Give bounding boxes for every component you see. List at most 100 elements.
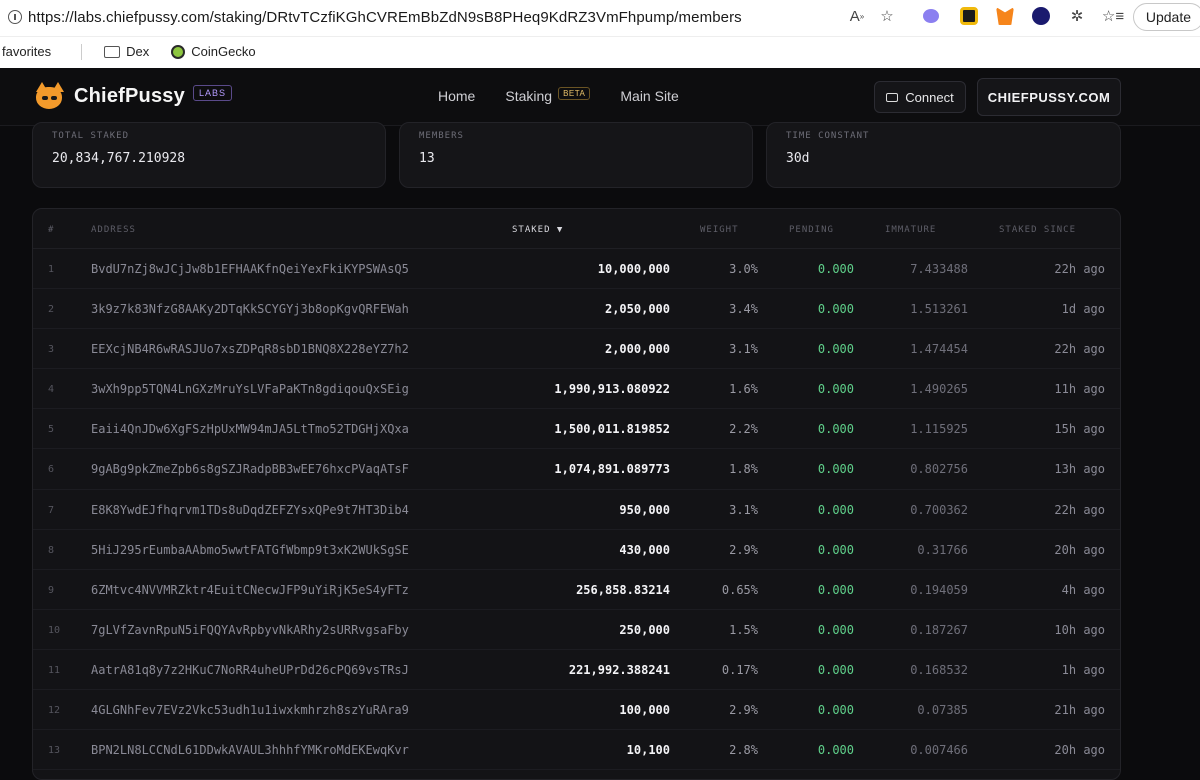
- favorite-dex[interactable]: Dex: [104, 44, 149, 59]
- members-page: TOTAL STAKED 20,834,767.210928 MEMBERS 1…: [0, 122, 1200, 780]
- table-row[interactable]: 7 E8K8YwdEJfhqrvm1TDs8uDqdZEFZYsxQPe9t7HT…: [33, 490, 1120, 530]
- row-index: 5: [48, 424, 55, 436]
- member-address[interactable]: EEXcjNB4R6wRASJUo7xsZDPqR8sbD1BNQ8X228eY…: [91, 342, 409, 356]
- staked-since: 1d ago: [1061, 302, 1105, 317]
- staked-amount: 221,992.388241: [568, 662, 670, 677]
- pending-value: 0.000: [817, 382, 854, 397]
- column-weight[interactable]: WEIGHT: [700, 225, 739, 235]
- table-row[interactable]: 13 BPN2LN8LCCNdL61DDwkAVAUL3hhhfYMKroMdEK…: [33, 730, 1120, 771]
- connect-wallet-button[interactable]: Connect: [874, 81, 966, 113]
- column-address[interactable]: ADDRESS: [91, 225, 136, 235]
- nav-home[interactable]: Home: [438, 88, 475, 104]
- column-staked-since[interactable]: STAKED SINCE: [999, 225, 1076, 235]
- coingecko-icon: [171, 44, 186, 59]
- weight-value: 2.9%: [729, 542, 758, 557]
- immature-value: 0.31766: [917, 542, 968, 557]
- member-address[interactable]: Eaii4QnJDw6XgFSzHpUxMW94mJA5LtTmo52TDGHj…: [91, 422, 409, 436]
- table-row[interactable]: 11 AatrA81q8y7z2HKuC7NoRR4uheUPrDd26cPQ69…: [33, 650, 1120, 691]
- staked-since: 20h ago: [1054, 542, 1105, 557]
- immature-value: 0.802756: [910, 462, 968, 477]
- url-field[interactable]: https://labs.chiefpussy.com/staking/DRtv…: [0, 2, 895, 32]
- nav-main-site[interactable]: Main Site: [620, 88, 678, 104]
- member-address[interactable]: BvdU7nZj8wJCjJw8b1EFHAAKfnQeiYexFkiKYPSW…: [91, 262, 409, 276]
- column-index: #: [48, 225, 55, 235]
- pending-value: 0.000: [817, 302, 854, 317]
- pending-value: 0.000: [817, 743, 854, 758]
- table-row[interactable]: 6 9gABg9pkZmeZpb6s8gSZJRadpBB3wEE76hxcPVa…: [33, 449, 1120, 490]
- favorite-star-icon[interactable]: ☆: [876, 5, 898, 27]
- beta-badge: BETA: [558, 86, 591, 100]
- row-index: 3: [48, 344, 55, 356]
- member-address[interactable]: 3wXh9pp5TQN4LnGXzMruYsLVFaPaKTn8gdiqouQx…: [91, 382, 409, 396]
- table-row[interactable]: 4 3wXh9pp5TQN4LnGXzMruYsLVFaPaKTn8gdiqouQ…: [33, 369, 1120, 410]
- pending-value: 0.000: [817, 422, 854, 437]
- immature-value: 7.433488: [910, 262, 968, 276]
- extension-wallet-icon[interactable]: [1030, 5, 1052, 27]
- favorites-label[interactable]: favorites: [2, 44, 51, 59]
- weight-value: 3.1%: [729, 502, 758, 517]
- members-table: # ADDRESS STAKED ▼ WEIGHT PENDING IMMATU…: [32, 208, 1121, 780]
- staked-since: 10h ago: [1054, 622, 1105, 637]
- member-address[interactable]: 5HiJ295rEumbaAAbmo5wwtFATGfWbmp9t3xK2WUk…: [91, 543, 409, 557]
- table-row[interactable]: 1 BvdU7nZj8wJCjJw8b1EFHAAKfnQeiYexFkiKYPS…: [33, 249, 1120, 290]
- immature-value: 1.490265: [910, 382, 968, 397]
- table-row[interactable]: 10 7gLVfZavnRpuN5iFQQYAvRpbyvNkARhy2sURRv…: [33, 610, 1120, 650]
- stat-value: 30d: [786, 151, 810, 166]
- column-immature[interactable]: IMMATURE: [885, 225, 936, 235]
- member-address[interactable]: 6ZMtvc4NVVMRZktr4EuitCNecwJFP9uYiRjK5eS4…: [91, 583, 409, 597]
- member-address[interactable]: 7gLVfZavnRpuN5iFQQYAvRpbyvNkARhy2sURRvgs…: [91, 623, 409, 637]
- extension-copilot-icon[interactable]: [920, 5, 942, 27]
- member-address[interactable]: 3k9z7k83NfzG8AAKy2DTqKkSCYGYj3b8opKgvQRF…: [91, 302, 409, 316]
- column-pending[interactable]: PENDING: [789, 225, 834, 235]
- staked-since: 1h ago: [1061, 662, 1105, 677]
- browser-chrome: https://labs.chiefpussy.com/staking/DRtv…: [0, 0, 1200, 68]
- member-address[interactable]: AatrA81q8y7z2HKuC7NoRR4uheUPrDd26cPQ69vs…: [91, 663, 409, 677]
- staked-amount: 1,500,011.819852: [554, 422, 670, 437]
- brand-logo[interactable]: ChiefPussy LABS: [34, 82, 232, 110]
- staked-since: 22h ago: [1054, 262, 1105, 276]
- table-row[interactable]: 9 6ZMtvc4NVVMRZktr4EuitCNecwJFP9uYiRjK5eS…: [33, 570, 1120, 610]
- member-address[interactable]: E8K8YwdEJfhqrvm1TDs8uDqdZEFZYsxQPe9t7HT3…: [91, 503, 409, 517]
- table-body: 1 BvdU7nZj8wJCjJw8b1EFHAAKfnQeiYexFkiKYPS…: [33, 249, 1120, 771]
- immature-value: 0.700362: [910, 502, 968, 517]
- favorite-coingecko[interactable]: CoinGecko: [171, 44, 256, 59]
- pending-value: 0.000: [817, 542, 854, 557]
- pending-value: 0.000: [817, 703, 854, 718]
- member-address[interactable]: BPN2LN8LCCNdL61DDwkAVAUL3hhhfYMKroMdEKEw…: [91, 743, 409, 757]
- nav-staking[interactable]: Staking BETA: [505, 86, 591, 104]
- read-aloud-icon[interactable]: A»: [846, 5, 868, 27]
- row-index: 7: [48, 504, 55, 516]
- column-staked-sort[interactable]: STAKED ▼: [512, 225, 563, 235]
- table-row[interactable]: 12 4GLGNhFev7EVz2Vkc53udh1u1iwxkmhrzh8szY…: [33, 690, 1120, 731]
- row-index: 1: [48, 264, 55, 275]
- table-row[interactable]: 3 EEXcjNB4R6wRASJUo7xsZDPqR8sbD1BNQ8X228e…: [33, 329, 1120, 370]
- staked-amount: 2,050,000: [604, 302, 670, 317]
- table-row[interactable]: 5 Eaii4QnJDw6XgFSzHpUxMW94mJA5LtTmo52TDGH…: [33, 409, 1120, 450]
- collections-icon[interactable]: ☆≡: [1102, 5, 1124, 27]
- brand-name: ChiefPussy: [74, 84, 185, 107]
- table-row[interactable]: 8 5HiJ295rEumbaAAbmo5wwtFATGfWbmp9t3xK2WU…: [33, 530, 1120, 570]
- staked-since: 4h ago: [1061, 582, 1105, 597]
- staked-amount: 250,000: [619, 622, 670, 637]
- stat-value: 20,834,767.210928: [52, 151, 186, 166]
- update-button[interactable]: Update: [1132, 3, 1200, 31]
- immature-value: 0.07385: [917, 703, 968, 718]
- table-row[interactable]: 2 3k9z7k83NfzG8AAKy2DTqKkSCYGYj3b8opKgvQR…: [33, 289, 1120, 330]
- extensions-puzzle-icon[interactable]: ✲: [1066, 5, 1088, 27]
- weight-value: 3.1%: [729, 342, 758, 357]
- row-index: 9: [48, 584, 55, 596]
- favorites-bar: favorites Dex CoinGecko: [0, 36, 1200, 66]
- extension-binance-icon[interactable]: [958, 5, 980, 27]
- stat-label: TIME CONSTANT: [786, 131, 870, 141]
- site-info-icon[interactable]: [8, 10, 22, 24]
- weight-value: 2.2%: [729, 422, 758, 437]
- stat-members: MEMBERS 13: [399, 122, 753, 188]
- member-address[interactable]: 4GLGNhFev7EVz2Vkc53udh1u1iwxkmhrzh8szYuR…: [91, 703, 409, 717]
- immature-value: 1.513261: [910, 302, 968, 317]
- pending-value: 0.000: [817, 342, 854, 357]
- weight-value: 3.0%: [729, 262, 758, 276]
- member-address[interactable]: 9gABg9pkZmeZpb6s8gSZJRadpBB3wEE76hxcPVaq…: [91, 462, 409, 476]
- extension-metamask-icon[interactable]: [994, 5, 1016, 27]
- staked-amount: 2,000,000: [604, 342, 670, 357]
- main-site-button[interactable]: CHIEFPUSSY.COM: [977, 78, 1121, 116]
